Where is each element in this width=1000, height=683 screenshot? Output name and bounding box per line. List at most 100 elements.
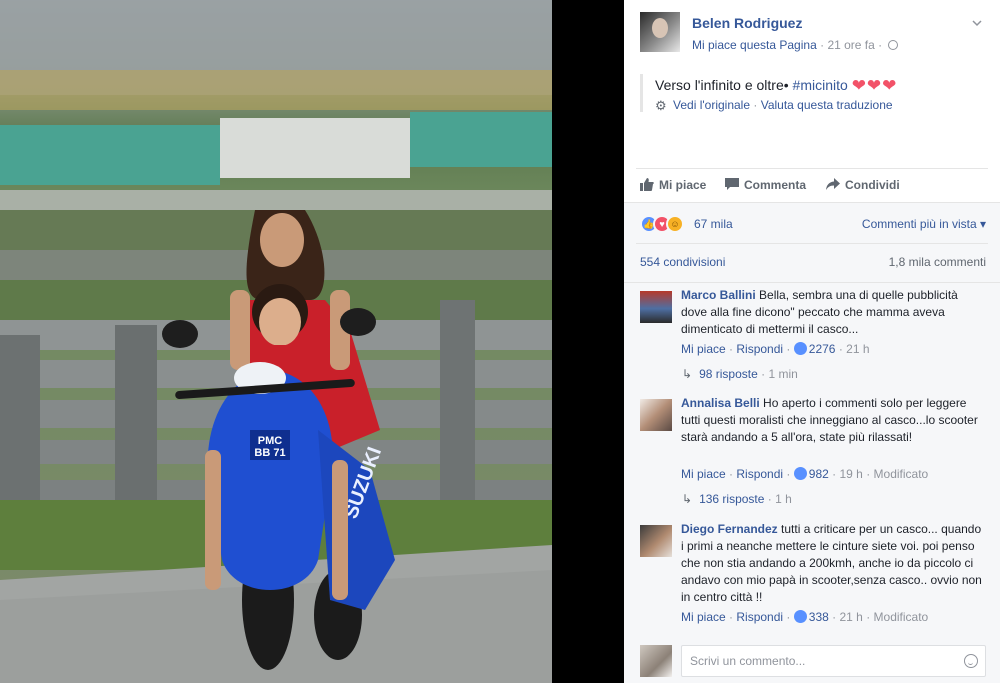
plate-line-1: PMC xyxy=(258,435,283,447)
meta-dot: · xyxy=(767,492,772,506)
like-count-icon xyxy=(793,610,807,623)
comment-body: Marco Ballini Bella, sembra una di quell… xyxy=(681,287,986,338)
like-count-icon xyxy=(793,342,807,355)
meta-separator: · xyxy=(820,38,825,52)
stats-divider xyxy=(636,243,988,244)
post-panel: Belen Rodriguez Mi piace questa Pagina ·… xyxy=(624,0,1000,683)
meta-separator-2: · xyxy=(878,38,883,52)
reply-arrow-icon: ↳ xyxy=(682,492,693,506)
view-replies[interactable]: ↳ 98 risposte · 1 min xyxy=(682,367,798,381)
post-time[interactable]: 21 ore fa xyxy=(827,38,874,52)
commenter-avatar[interactable] xyxy=(640,291,672,323)
lightbox-gutter xyxy=(552,0,624,683)
comments-sort-label: Commenti più in vista xyxy=(861,217,977,231)
post-text: Verso l'infinito e oltre• xyxy=(655,77,789,93)
meta-dot: · xyxy=(786,342,791,356)
meta-dot: · xyxy=(866,467,871,481)
meta-dot: · xyxy=(761,367,766,381)
post-stats: 👍 ♥ ☺ 67 mila Commenti più in vista ▾ 55… xyxy=(624,202,1000,282)
replies-time: 1 min xyxy=(768,367,798,381)
translation-separator: · xyxy=(753,98,758,112)
hearts-emoji: ❤❤❤ xyxy=(851,76,898,95)
post-photo[interactable]: PMC BB 71 SUZUKI xyxy=(0,0,552,683)
meta-dot: · xyxy=(729,467,734,481)
meta-dot: · xyxy=(729,342,734,356)
emoji-icon[interactable] xyxy=(964,654,978,668)
replies-count[interactable]: 98 risposte xyxy=(699,367,758,381)
comment-like-link[interactable]: Mi piace xyxy=(681,342,726,356)
comment-meta: Mi piace · Rispondi · 2276 · 21 h xyxy=(681,342,870,356)
comments-count[interactable]: 1,8 mila commenti xyxy=(889,255,986,269)
meta-dot: · xyxy=(866,610,871,624)
comment-like-count[interactable]: 982 xyxy=(809,467,829,481)
comment-reply-link[interactable]: Rispondi xyxy=(736,342,783,356)
like-button[interactable]: Mi piace xyxy=(640,178,706,192)
comment-author[interactable]: Annalisa Belli xyxy=(681,396,760,410)
scooter-photo-illustration: PMC BB 71 SUZUKI xyxy=(0,0,552,683)
comment-like-link[interactable]: Mi piace xyxy=(681,467,726,481)
comment-time[interactable]: 21 h xyxy=(839,610,862,624)
like-page-link[interactable]: Mi piace questa Pagina xyxy=(692,38,817,52)
share-icon xyxy=(826,178,840,190)
post-header: Belen Rodriguez Mi piace questa Pagina ·… xyxy=(640,12,988,58)
share-button[interactable]: Condividi xyxy=(826,178,900,192)
commenter-avatar[interactable] xyxy=(640,399,672,431)
globe-icon[interactable] xyxy=(887,40,898,50)
like-count-icon xyxy=(793,467,807,480)
meta-dot: · xyxy=(838,342,843,356)
gear-icon[interactable]: ⚙ xyxy=(655,99,667,112)
post-meta: Mi piace questa Pagina · 21 ore fa · xyxy=(692,38,898,52)
share-button-label: Condividi xyxy=(845,178,900,192)
comment-button[interactable]: Commenta xyxy=(725,178,806,192)
view-replies[interactable]: ↳ 136 risposte · 1 h xyxy=(682,492,792,506)
reactions-count[interactable]: 67 mila xyxy=(694,217,733,231)
write-comment-box: Scrivi un commento... xyxy=(640,645,988,679)
thumbs-up-icon xyxy=(640,178,654,191)
see-original-link[interactable]: Vedi l'originale xyxy=(673,98,750,112)
post-message: Verso l'infinito e oltre• #micinito ❤❤❤ … xyxy=(640,74,980,112)
post-text-line: Verso l'infinito e oltre• #micinito ❤❤❤ xyxy=(655,74,980,97)
page-name[interactable]: Belen Rodriguez xyxy=(692,15,802,31)
comment-reply-link[interactable]: Rispondi xyxy=(736,610,783,624)
meta-dot: · xyxy=(786,610,791,624)
caret-down-icon: ▾ xyxy=(976,217,986,231)
replies-count[interactable]: 136 risposte xyxy=(699,492,764,506)
post-actions-bar: Mi piace Commenta Condividi xyxy=(636,168,988,202)
hashtag-link[interactable]: #micinito xyxy=(793,77,848,93)
comment-like-count[interactable]: 338 xyxy=(809,610,829,624)
comment-author[interactable]: Diego Fernandez xyxy=(681,522,778,536)
comment-meta: Mi piace · Rispondi · 338 · 21 h · Modif… xyxy=(681,610,928,624)
commenter-avatar[interactable] xyxy=(640,525,672,557)
haha-reaction-icon: ☺ xyxy=(666,215,684,233)
meta-dot: · xyxy=(832,467,837,481)
page-avatar[interactable] xyxy=(640,12,680,52)
comment-input[interactable]: Scrivi un commento... xyxy=(681,645,986,677)
meta-dot: · xyxy=(786,467,791,481)
comment-author[interactable]: Marco Ballini xyxy=(681,288,756,302)
rate-translation-link[interactable]: Valuta questa traduzione xyxy=(761,98,893,112)
current-user-avatar xyxy=(640,645,672,677)
plate-line-2: BB 71 xyxy=(254,447,285,459)
comments-section: Marco Ballini Bella, sembra una di quell… xyxy=(624,282,1000,683)
meta-dot: · xyxy=(729,610,734,624)
comment-reply-link[interactable]: Rispondi xyxy=(736,467,783,481)
comments-sort-dropdown[interactable]: Commenti più in vista ▾ xyxy=(862,217,986,231)
meta-dot: · xyxy=(832,610,837,624)
translation-row: ⚙ Vedi l'originale · Valuta questa traduz… xyxy=(655,98,980,112)
comment-like-link[interactable]: Mi piace xyxy=(681,610,726,624)
comment-time[interactable]: 21 h xyxy=(846,342,869,356)
comment-edited[interactable]: Modificato xyxy=(874,467,929,481)
comment-like-count[interactable]: 2276 xyxy=(809,342,836,356)
comment-button-label: Commenta xyxy=(744,178,807,192)
comment-time[interactable]: 19 h xyxy=(839,467,862,481)
like-button-label: Mi piace xyxy=(659,178,707,192)
chevron-down-icon[interactable] xyxy=(972,18,982,28)
reply-arrow-icon: ↳ xyxy=(682,367,693,381)
shares-count[interactable]: 554 condivisioni xyxy=(640,255,725,269)
comment-body: Diego Fernandez tutti a criticare per un… xyxy=(681,521,986,606)
replies-time: 1 h xyxy=(775,492,792,506)
comment-body: Annalisa Belli Ho aperto i commenti solo… xyxy=(681,395,986,446)
comment-meta: Mi piace · Rispondi · 982 · 19 h · Modif… xyxy=(681,467,928,481)
comment-icon xyxy=(725,178,739,190)
comment-edited[interactable]: Modificato xyxy=(874,610,929,624)
